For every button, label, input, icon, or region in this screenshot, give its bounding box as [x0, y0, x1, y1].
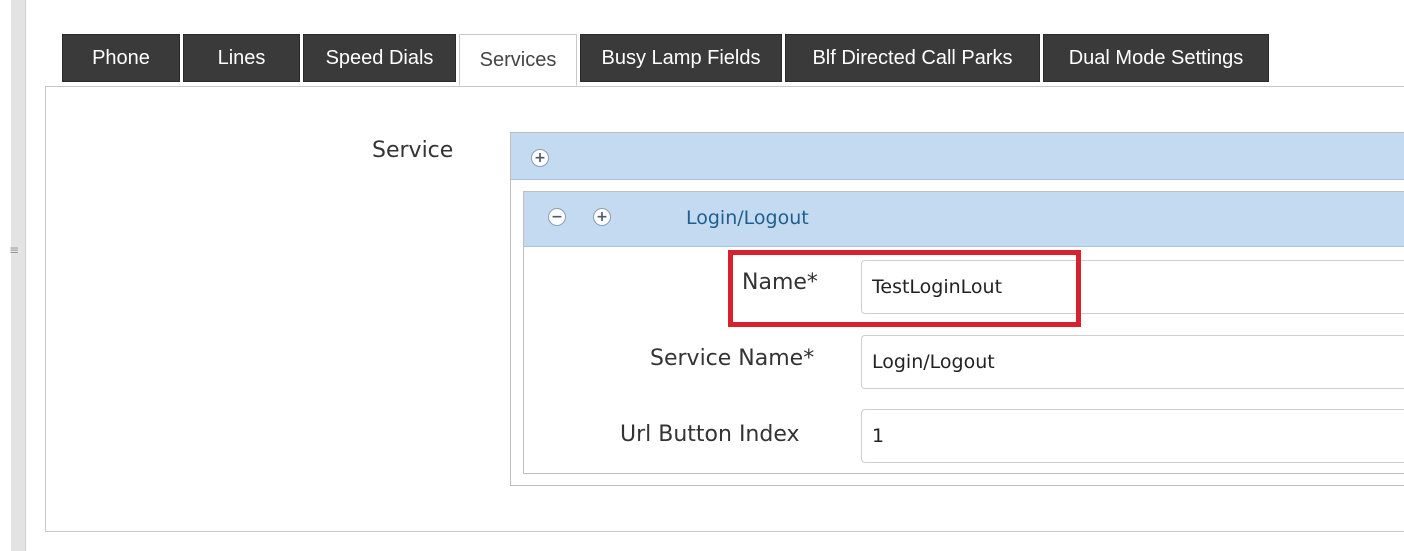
url-button-index-label: Url Button Index — [620, 422, 800, 447]
service-label: Service — [372, 138, 454, 163]
service-item-header — [524, 192, 1404, 247]
tab-lines[interactable]: Lines — [183, 34, 300, 82]
resize-bar[interactable] — [11, 0, 26, 551]
add-service-button[interactable]: + — [531, 149, 549, 167]
remove-service-button[interactable]: − — [548, 208, 566, 226]
tab-dual-mode-settings[interactable]: Dual Mode Settings — [1043, 34, 1269, 82]
tab-phone[interactable]: Phone — [62, 34, 180, 82]
tab-blf-directed-call-parks[interactable]: Blf Directed Call Parks — [785, 34, 1040, 82]
grip-icon[interactable]: ≡ — [9, 244, 19, 256]
service-item-title: Login/Logout — [686, 207, 809, 229]
left-rail: ≡ — [0, 0, 36, 551]
add-service-item-button[interactable]: + — [593, 208, 611, 226]
tab-busy-lamp-fields[interactable]: Busy Lamp Fields — [580, 34, 782, 82]
service-list-header — [511, 133, 1404, 180]
url-button-index-input[interactable] — [861, 409, 1404, 463]
tab-bar: Phone Lines Speed Dials Services Busy La… — [62, 34, 1272, 86]
tab-speed-dials[interactable]: Speed Dials — [303, 34, 456, 82]
service-name-input[interactable] — [861, 335, 1404, 389]
plus-icon: + — [596, 209, 608, 225]
minus-icon: − — [551, 209, 563, 225]
service-name-label: Service Name* — [650, 346, 815, 371]
name-label: Name* — [742, 270, 818, 295]
name-input[interactable] — [861, 260, 1404, 314]
tab-services[interactable]: Services — [459, 34, 577, 86]
plus-icon: + — [534, 150, 546, 166]
